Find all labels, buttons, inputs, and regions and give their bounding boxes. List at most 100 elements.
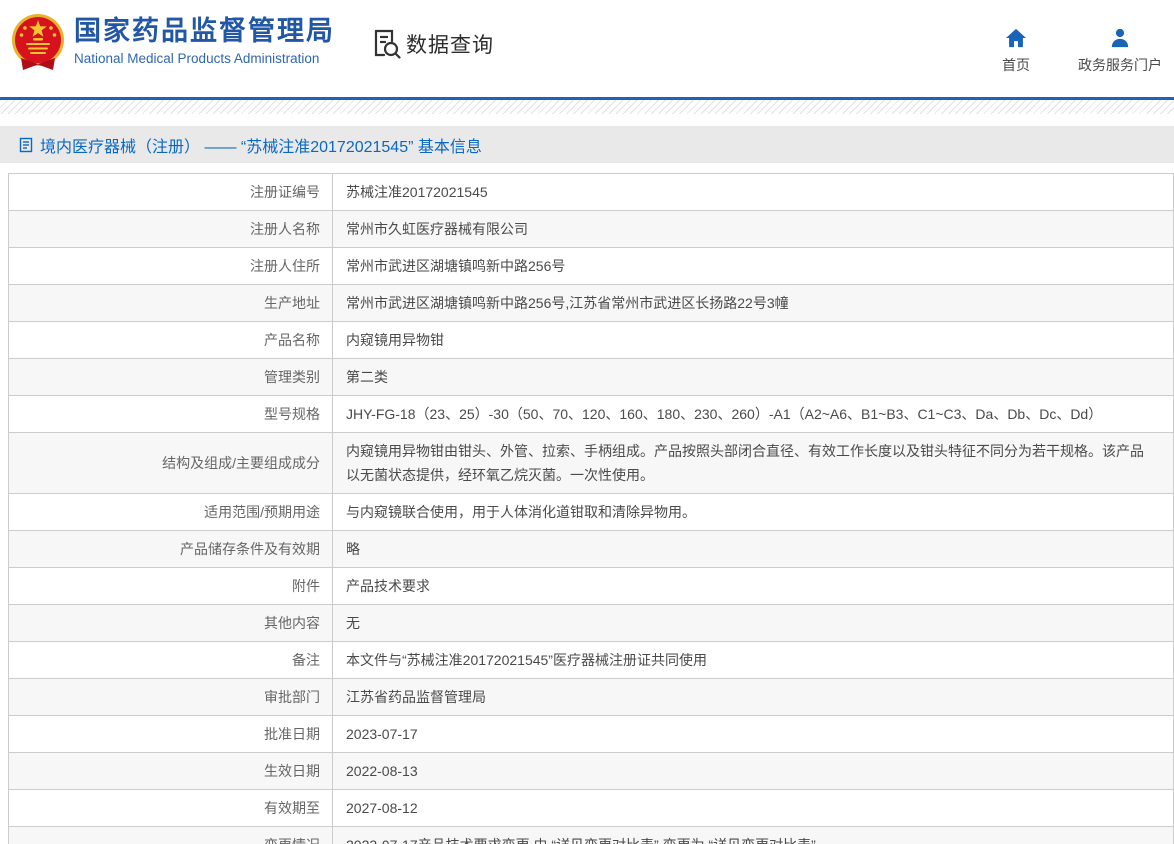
table-row: 有效期至 2027-08-12 [8,789,1174,827]
row-value: 产品技术要求 [346,578,430,594]
info-table: 注册证编号 苏械注准20172021545 注册人名称 常州市久虹医疗器械有限公司 注册… [8,173,1174,844]
row-label: 附件 [292,578,320,594]
row-value: 常州市武进区湖塘镇鸣新中路256号 [346,258,566,274]
row-value: 江苏省药品监督管理局 [346,689,486,705]
row-value-cell: 2027-08-12 [332,789,1174,827]
row-label: 产品名称 [264,332,320,348]
row-value: 无 [346,615,360,631]
row-label-cell: 变更情况 [8,826,333,844]
row-value: 略 [346,541,360,557]
page-header: 国家药品监督管理局 National Medical Products Admi… [0,0,1174,97]
row-value-cell: 本文件与“苏械注准20172021545”医疗器械注册证共同使用 [332,641,1174,679]
row-label-cell: 批准日期 [8,715,333,753]
table-row: 附件 产品技术要求 [8,567,1174,605]
row-value: 2023-07-17 [346,726,418,742]
top-nav: 首页 政务服务门户 [1002,28,1162,75]
row-label-cell: 管理类别 [8,358,333,396]
row-label: 注册证编号 [250,184,320,200]
row-label: 有效期至 [264,800,320,816]
table-row: 管理类别 第二类 [8,358,1174,396]
table-row: 结构及组成/主要组成成分 内窥镜用异物钳由钳头、外管、拉索、手柄组成。产品按照头部… [8,432,1174,494]
row-value: 常州市武进区湖塘镇鸣新中路256号,江苏省常州市武进区长扬路22号3幢 [346,295,789,311]
row-value: 苏械注准20172021545 [346,184,488,200]
table-row: 生产地址 常州市武进区湖塘镇鸣新中路256号,江苏省常州市武进区长扬路22号3幢 [8,284,1174,322]
document-magnifier-icon [374,29,401,59]
row-value-cell: 略 [332,530,1174,568]
table-row: 注册人住所 常州市武进区湖塘镇鸣新中路256号 [8,247,1174,285]
row-value: 与内窥镜联合使用，用于人体消化道钳取和清除异物用。 [346,504,696,520]
table-row: 生效日期 2022-08-13 [8,752,1174,790]
row-value-cell: 第二类 [332,358,1174,396]
table-row: 备注 本文件与“苏械注准20172021545”医疗器械注册证共同使用 [8,641,1174,679]
row-value-cell: 2023-07-17 [332,715,1174,753]
row-label-cell: 适用范围/预期用途 [8,493,333,531]
table-row: 注册人名称 常州市久虹医疗器械有限公司 [8,210,1174,248]
document-icon [19,137,33,152]
breadcrumb-text: 境内医疗器械（注册） —— “苏械注准20172021545” 基本信息 [40,138,482,156]
brand-block: 国家药品监督管理局 National Medical Products Admi… [74,15,335,66]
nav-portal-label: 政务服务门户 [1078,57,1162,73]
nav-portal[interactable]: 政务服务门户 [1078,28,1162,75]
row-label-cell: 生效日期 [8,752,333,790]
row-label-cell: 有效期至 [8,789,333,827]
table-row: 变更情况 2023-07-17产品技术要求变更 由 “详见变更对比表” 变更为 “… [8,826,1174,844]
table-row: 产品储存条件及有效期 略 [8,530,1174,568]
row-value-cell: 产品技术要求 [332,567,1174,605]
table-row: 注册证编号 苏械注准20172021545 [8,173,1174,211]
row-value: 第二类 [346,369,388,385]
row-label: 其他内容 [264,615,320,631]
home-icon [1006,28,1026,48]
row-value: JHY-FG-18（23、25）-30（50、70、120、160、180、23… [346,406,1103,422]
row-value-cell: 常州市武进区湖塘镇鸣新中路256号 [332,247,1174,285]
row-label: 产品储存条件及有效期 [180,541,320,557]
row-value-cell: 常州市久虹医疗器械有限公司 [332,210,1174,248]
row-value: 2027-08-12 [346,800,418,816]
table-row: 批准日期 2023-07-17 [8,715,1174,753]
row-label-cell: 其他内容 [8,604,333,642]
row-value: 本文件与“苏械注准20172021545”医疗器械注册证共同使用 [346,652,707,668]
row-label-cell: 注册人住所 [8,247,333,285]
row-value-cell: 2022-08-13 [332,752,1174,790]
site-title: 国家药品监督管理局 [74,16,335,46]
table-row: 其他内容 无 [8,604,1174,642]
row-value-cell: JHY-FG-18（23、25）-30（50、70、120、160、180、23… [332,395,1174,433]
row-value: 内窥镜用异物钳由钳头、外管、拉索、手柄组成。产品按照头部闭合直径、有效工作长度以… [346,443,1144,483]
row-value: 常州市久虹医疗器械有限公司 [346,221,528,237]
spacer [0,163,1174,173]
row-value: 2023-07-17产品技术要求变更 由 “详见变更对比表” 变更为 “详见变更… [346,837,816,844]
row-value-cell: 无 [332,604,1174,642]
row-label-cell: 注册人名称 [8,210,333,248]
row-label: 注册人名称 [250,221,320,237]
spacer [0,114,1174,126]
row-label: 适用范围/预期用途 [204,504,320,520]
row-value-cell: 内窥镜用异物钳由钳头、外管、拉索、手柄组成。产品按照头部闭合直径、有效工作长度以… [332,432,1174,494]
row-label: 型号规格 [264,406,320,422]
row-label-cell: 附件 [8,567,333,605]
row-label-cell: 结构及组成/主要组成成分 [8,432,333,494]
data-query-button[interactable]: 数据查询 [368,27,494,61]
nav-home-label: 首页 [1002,57,1030,73]
row-label: 注册人住所 [250,258,320,274]
diagonal-hatch-band [0,100,1174,114]
row-label: 结构及组成/主要组成成分 [162,455,320,471]
row-value-cell: 2023-07-17产品技术要求变更 由 “详见变更对比表” 变更为 “详见变更… [332,826,1174,844]
row-value-cell: 常州市武进区湖塘镇鸣新中路256号,江苏省常州市武进区长扬路22号3幢 [332,284,1174,322]
info-table-body: 注册证编号 苏械注准20172021545 注册人名称 常州市久虹医疗器械有限公司 注册… [8,173,1174,844]
data-query-label: 数据查询 [406,34,494,57]
national-emblem-logo [12,14,64,70]
table-row: 适用范围/预期用途 与内窥镜联合使用，用于人体消化道钳取和清除异物用。 [8,493,1174,531]
row-value-cell: 与内窥镜联合使用，用于人体消化道钳取和清除异物用。 [332,493,1174,531]
row-value-cell: 江苏省药品监督管理局 [332,678,1174,716]
table-row: 产品名称 内窥镜用异物钳 [8,321,1174,359]
nav-home[interactable]: 首页 [1002,28,1030,75]
row-label: 变更情况 [264,837,320,844]
row-label: 管理类别 [264,369,320,385]
row-label: 生效日期 [264,763,320,779]
row-label-cell: 备注 [8,641,333,679]
table-row: 型号规格 JHY-FG-18（23、25）-30（50、70、120、160、18… [8,395,1174,433]
row-value: 2022-08-13 [346,763,418,779]
row-label-cell: 生产地址 [8,284,333,322]
row-label-cell: 型号规格 [8,395,333,433]
row-value-cell: 苏械注准20172021545 [332,173,1174,211]
row-value-cell: 内窥镜用异物钳 [332,321,1174,359]
